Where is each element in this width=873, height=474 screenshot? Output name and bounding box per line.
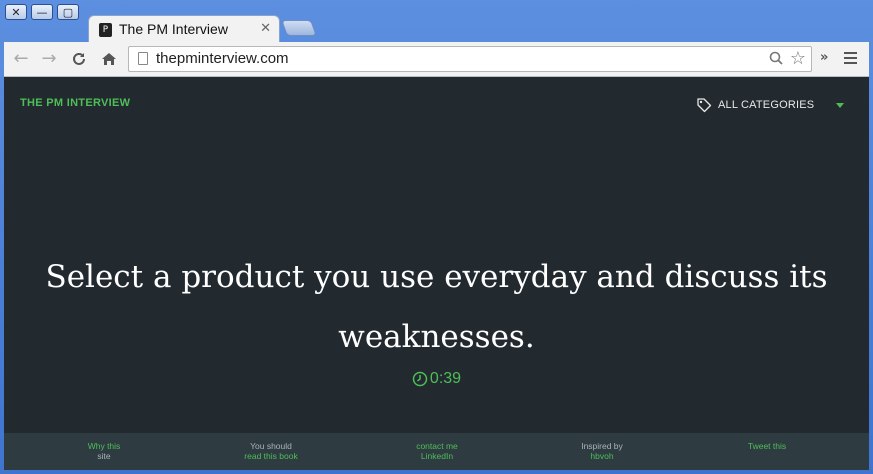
footer-link-tweet[interactable]: Tweet this	[707, 441, 827, 451]
maximize-icon: ▢	[62, 5, 74, 19]
back-arrow-icon[interactable]: ←	[10, 48, 32, 70]
categories-dropdown[interactable]: ALL CATEGORIES	[696, 97, 844, 113]
caret-down-icon	[836, 103, 844, 108]
menu-icon[interactable]	[844, 52, 857, 67]
minimize-icon: —	[36, 5, 48, 19]
clock-icon	[412, 371, 428, 387]
favicon: P	[99, 23, 112, 37]
footer-link-line2: LinkedIn	[420, 451, 454, 461]
timer: 0:39	[4, 370, 869, 388]
site-brand[interactable]: THE PM INTERVIEW	[20, 97, 130, 109]
forward-arrow-icon[interactable]: →	[38, 48, 60, 70]
timer-value: 0:39	[429, 370, 462, 387]
new-tab-button[interactable]	[281, 20, 317, 36]
footer-link-inspired-by[interactable]: Inspired by hbvoh	[542, 441, 662, 461]
search-icon[interactable]	[769, 51, 783, 69]
footer-link-line1: You should	[250, 441, 292, 451]
tab-title: The PM Interview	[119, 21, 228, 37]
footer-link-line1: contact me	[416, 441, 458, 451]
footer-link-line1: Why this	[87, 441, 121, 451]
maximize-window-button[interactable]: ▢	[57, 4, 79, 20]
footer-link-line2: Tweet this	[747, 441, 787, 451]
footer-link-why-this-site[interactable]: Why this site	[44, 441, 164, 461]
footer-link-line2: read this book	[244, 451, 298, 461]
question-text: Select a product you use everyday and di…	[45, 259, 828, 355]
close-icon: ✕	[11, 5, 21, 19]
footer: Why this site You should read this book …	[4, 433, 869, 470]
browser-tab[interactable]: P The PM Interview ✕	[88, 15, 280, 43]
footer-link-contact[interactable]: contact me LinkedIn	[377, 441, 497, 461]
tag-icon	[697, 98, 712, 113]
reload-icon[interactable]	[68, 48, 90, 70]
page-content: THE PM INTERVIEW ALL CATEGORIES Select a…	[4, 77, 869, 470]
footer-link-book[interactable]: You should read this book	[211, 441, 331, 461]
footer-link-line1: Inspired by	[581, 441, 623, 451]
url-text[interactable]: thepminterview.com	[156, 50, 289, 67]
browser-window: ✕ — ▢ P The PM Interview ✕ ← → thepminte…	[0, 0, 873, 474]
minimize-window-button[interactable]: —	[31, 4, 53, 20]
home-icon[interactable]	[98, 48, 120, 70]
footer-link-line2: hbvoh	[590, 451, 614, 461]
address-bar[interactable]: thepminterview.com ☆	[128, 46, 812, 72]
star-icon[interactable]: ☆	[790, 48, 806, 69]
browser-toolbar: ← → thepminterview.com ☆ »	[4, 42, 869, 77]
footer-link-line2: site	[97, 451, 111, 461]
categories-label: ALL CATEGORIES	[718, 99, 815, 111]
tab-close-icon[interactable]: ✕	[260, 21, 271, 36]
close-window-button[interactable]: ✕	[5, 4, 27, 20]
page-icon	[138, 52, 148, 65]
chevron-right-icon[interactable]: »	[820, 50, 828, 65]
